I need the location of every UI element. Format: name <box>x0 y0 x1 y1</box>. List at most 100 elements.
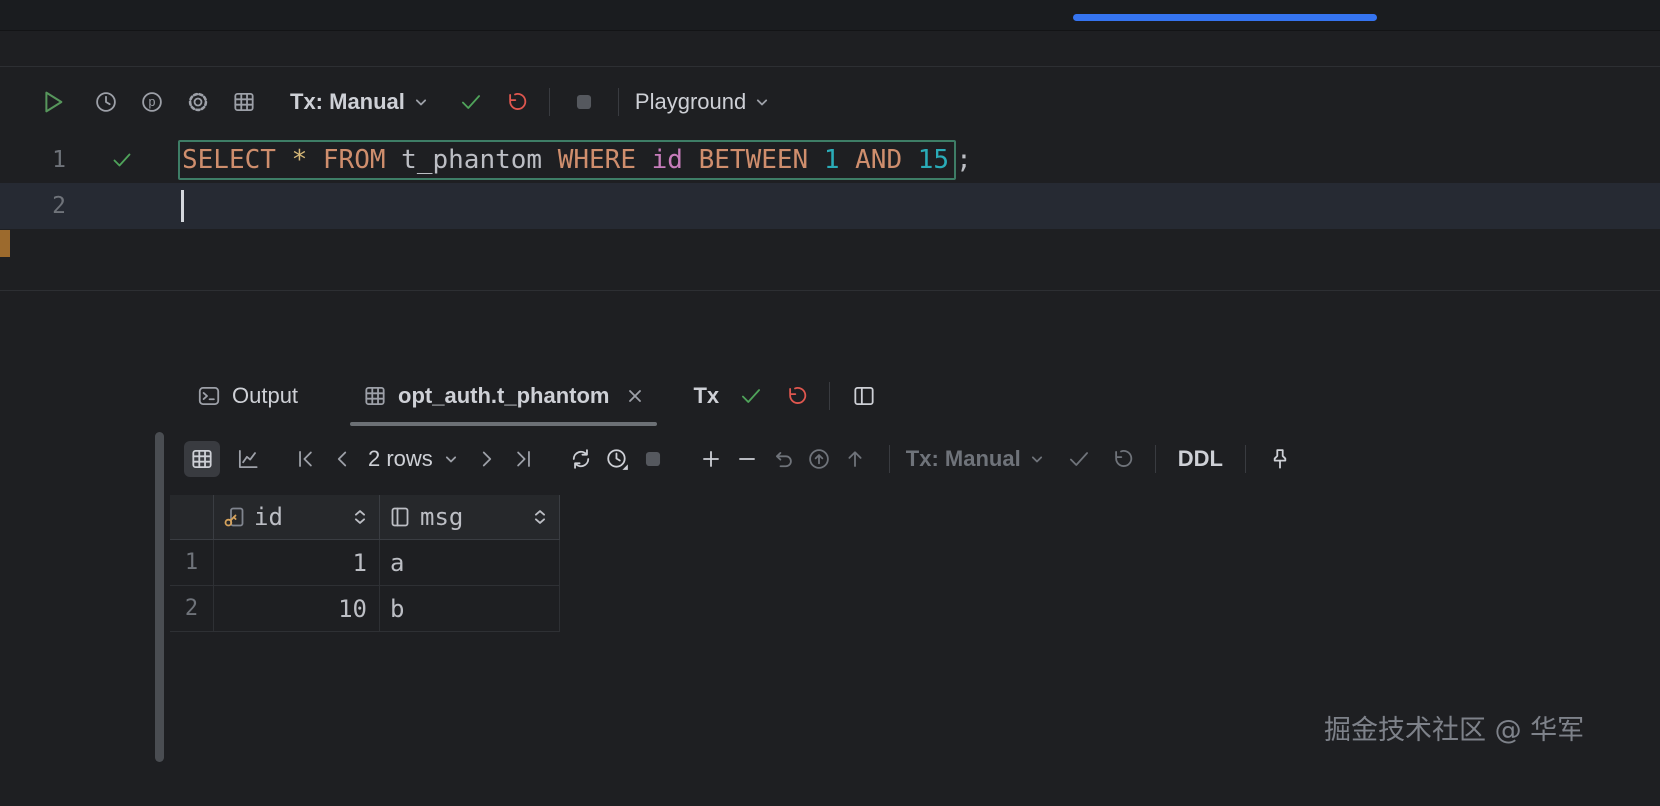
cell-msg[interactable]: b <box>380 586 560 632</box>
grid-corner-cell[interactable] <box>170 495 214 540</box>
upload-button[interactable] <box>837 441 873 477</box>
breadcrumb-strip <box>0 31 1660 67</box>
settings-button[interactable] <box>180 84 216 120</box>
sql-token: 1 <box>824 145 855 175</box>
auto-refresh-clock-icon <box>604 446 630 472</box>
delete-row-button[interactable] <box>729 441 765 477</box>
sql-statement[interactable]: SELECT * FROM t_phantom WHERE id BETWEEN… <box>178 140 972 180</box>
tab-output[interactable]: Output <box>184 365 310 426</box>
toolbar-separator <box>549 88 550 116</box>
pin-tab-button[interactable] <box>1262 441 1298 477</box>
sql-token: WHERE <box>558 145 652 175</box>
ddl-button[interactable]: DDL <box>1178 446 1223 472</box>
terminal-icon <box>196 383 222 409</box>
toolbar-separator <box>829 382 830 410</box>
column-name: msg <box>420 503 463 531</box>
sort-icon[interactable] <box>529 506 551 528</box>
chevron-down-icon <box>441 449 461 469</box>
sql-token: AND <box>855 145 918 175</box>
sql-editor[interactable]: 1 SELECT * FROM t_phantom WHERE id BETWE… <box>0 137 1660 291</box>
chevron-down-icon <box>1027 449 1047 469</box>
sql-token: * <box>292 145 323 175</box>
submit-button[interactable] <box>801 441 837 477</box>
sql-token: t_phantom <box>401 145 558 175</box>
undo-icon <box>770 446 796 472</box>
cell-id[interactable]: 1 <box>214 540 380 586</box>
stop-icon <box>640 446 666 472</box>
cell-msg[interactable]: a <box>380 540 560 586</box>
prev-page-button[interactable] <box>324 441 360 477</box>
table-view-button[interactable] <box>184 441 220 477</box>
minus-icon <box>734 446 760 472</box>
tab-result-grid[interactable]: opt_auth.t_phantom <box>350 365 657 426</box>
toolbar-separator <box>1155 445 1156 473</box>
commit-button[interactable] <box>453 84 489 120</box>
grid-header-row: id msg <box>170 495 560 540</box>
refresh-icon <box>568 446 594 472</box>
tx-mode-dropdown[interactable]: Tx: Manual <box>290 89 431 115</box>
rollback-icon <box>782 383 808 409</box>
result-rollback-button[interactable] <box>777 378 813 414</box>
gutter-change-marker <box>0 230 10 257</box>
row-number[interactable]: 1 <box>170 540 214 586</box>
toolbar-separator <box>889 445 890 473</box>
table-view-icon <box>189 446 215 472</box>
auto-refresh-button[interactable] <box>599 441 635 477</box>
active-tab-indicator <box>1073 14 1377 21</box>
row-number[interactable]: 2 <box>170 586 214 632</box>
pin-icon <box>1267 446 1293 472</box>
column-header-msg[interactable]: msg <box>380 495 560 540</box>
parameters-button[interactable]: p <box>134 84 170 120</box>
rollback-icon <box>502 89 528 115</box>
statement-status-gutter[interactable] <box>66 148 178 172</box>
tx-mode-label: Tx: Manual <box>290 89 405 115</box>
column-name: id <box>254 503 283 531</box>
vertical-scrollbar[interactable] <box>155 432 164 762</box>
chart-view-button[interactable] <box>230 441 266 477</box>
statement-terminator: ; <box>956 145 972 175</box>
run-button[interactable] <box>34 84 70 120</box>
execution-history-button[interactable] <box>88 84 124 120</box>
stop-button[interactable] <box>566 84 602 120</box>
cell-id[interactable]: 10 <box>214 586 380 632</box>
sort-icon[interactable] <box>349 506 371 528</box>
layout-settings-button[interactable] <box>846 378 882 414</box>
column-header-id[interactable]: id <box>214 495 380 540</box>
toolbar-separator <box>618 88 619 116</box>
add-row-button[interactable] <box>693 441 729 477</box>
close-icon[interactable] <box>625 386 645 406</box>
result-commit-button[interactable] <box>733 378 769 414</box>
next-page-button[interactable] <box>469 441 505 477</box>
editor-line-2[interactable]: 2 <box>0 183 1660 229</box>
browse-table-button[interactable] <box>226 84 262 120</box>
sql-token: 15 <box>918 145 949 175</box>
first-page-button[interactable] <box>288 441 324 477</box>
table-grid-icon <box>362 383 388 409</box>
last-page-button[interactable] <box>505 441 541 477</box>
rollback-button[interactable] <box>497 84 533 120</box>
commit-check-icon <box>738 383 764 409</box>
revert-button[interactable] <box>765 441 801 477</box>
session-dropdown[interactable]: Playground <box>635 89 772 115</box>
circled-p-icon: p <box>139 89 165 115</box>
page-size-dropdown[interactable]: 2 rows <box>360 446 461 472</box>
run-icon <box>37 87 67 117</box>
result-stop-button[interactable] <box>635 441 671 477</box>
statement-highlight-box: SELECT * FROM t_phantom WHERE id BETWEEN… <box>178 140 956 180</box>
chart-icon <box>235 446 261 472</box>
editor-line-1[interactable]: 1 SELECT * FROM t_phantom WHERE id BETWE… <box>0 137 1660 183</box>
text-caret <box>181 190 184 222</box>
stop-icon <box>571 89 597 115</box>
database-ide-window: p Tx: Manual <box>0 0 1660 806</box>
primary-key-icon <box>222 505 246 529</box>
circle-arrow-up-icon <box>806 446 832 472</box>
table-grid-icon <box>231 89 257 115</box>
result-rollback-disabled-button[interactable] <box>1103 441 1139 477</box>
reload-button[interactable] <box>563 441 599 477</box>
chevron-down-icon <box>411 92 431 112</box>
page-size-label: 2 rows <box>368 446 433 472</box>
results-tabbar: Output opt_auth.t_phantom Tx <box>0 365 1660 426</box>
watermark-text: 掘金技术社区 @ 华军 <box>1324 708 1584 747</box>
result-commit-disabled-button[interactable] <box>1061 441 1097 477</box>
result-tx-mode-dropdown[interactable]: Tx: Manual <box>906 446 1047 472</box>
